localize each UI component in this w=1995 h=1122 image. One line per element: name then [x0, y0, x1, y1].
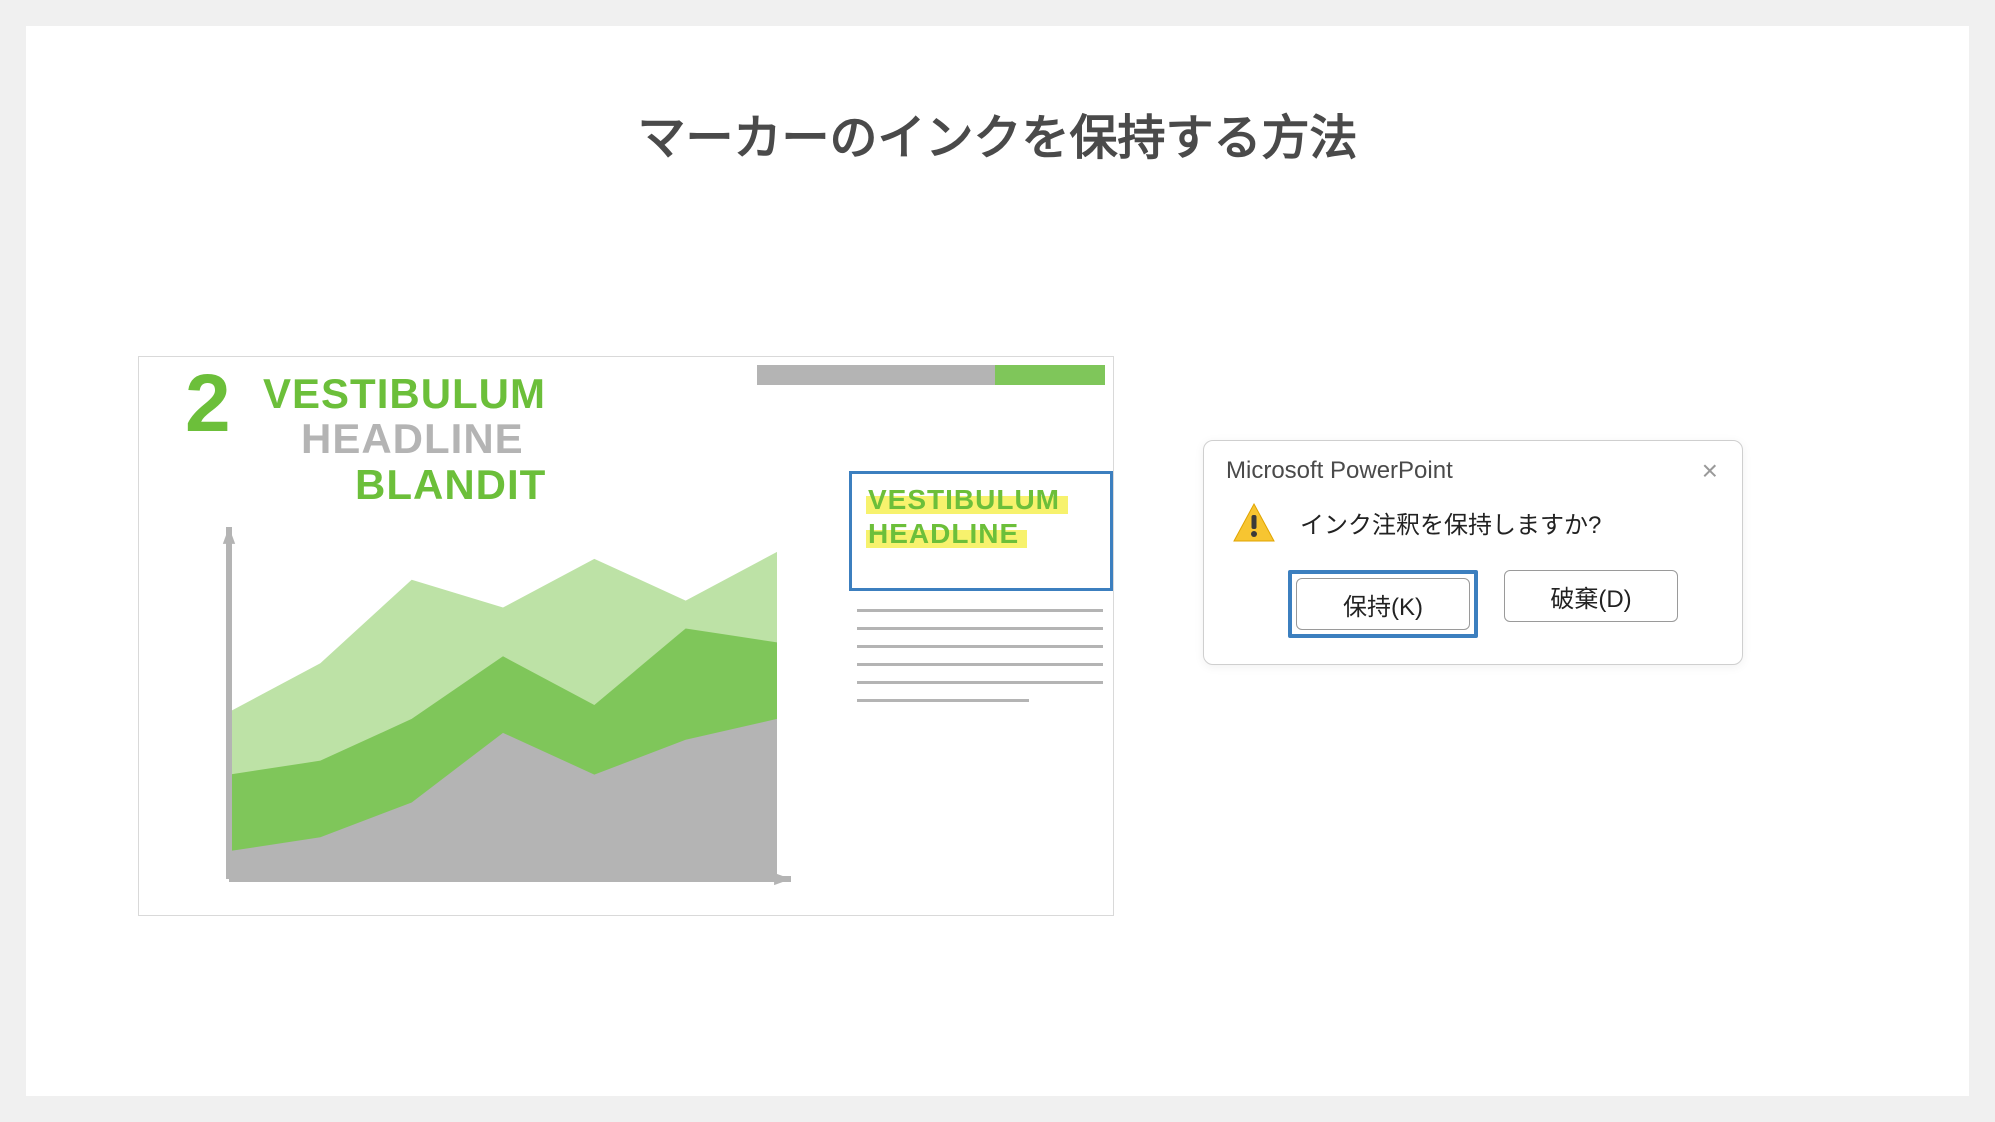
page-card: マーカーのインクを保持する方法 2 VESTIBULUM HEADLINE BL…: [26, 26, 1969, 1096]
page-title: マーカーのインクを保持する方法: [26, 26, 1969, 168]
area-chart: [187, 511, 797, 909]
warning-icon: [1232, 501, 1276, 550]
close-icon[interactable]: ×: [1696, 457, 1724, 485]
slide-heading-line1: VESTIBULUM: [263, 371, 546, 416]
dialog-message: インク注釈を保持しますか?: [1300, 501, 1601, 540]
placeholder-lines: [857, 609, 1103, 717]
highlight-line2: HEADLINE: [868, 518, 1019, 549]
dialog-titlebar: Microsoft PowerPoint ×: [1204, 441, 1742, 491]
dialog-button-row: 保持(K) 破棄(D): [1204, 556, 1742, 664]
keep-button-highlight: 保持(K): [1288, 570, 1478, 638]
discard-button[interactable]: 破棄(D): [1504, 570, 1678, 622]
dialog-title: Microsoft PowerPoint: [1226, 457, 1453, 485]
highlight-text-box: VESTIBULUM HEADLINE: [849, 471, 1113, 591]
confirm-dialog: Microsoft PowerPoint × インク注釈を保持しますか? 保持(…: [1203, 440, 1743, 665]
highlight-line1: VESTIBULUM: [868, 484, 1060, 515]
slide-heading: VESTIBULUM HEADLINE BLANDIT: [263, 371, 546, 507]
slide-heading-line3: BLANDIT: [355, 462, 546, 507]
keep-button[interactable]: 保持(K): [1296, 578, 1470, 630]
decor-bar: [735, 365, 1105, 385]
slide-number: 2: [185, 363, 231, 445]
slide-heading-line2: HEADLINE: [301, 416, 546, 461]
slide-preview: 2 VESTIBULUM HEADLINE BLANDIT VESTIBULUM: [138, 356, 1114, 916]
